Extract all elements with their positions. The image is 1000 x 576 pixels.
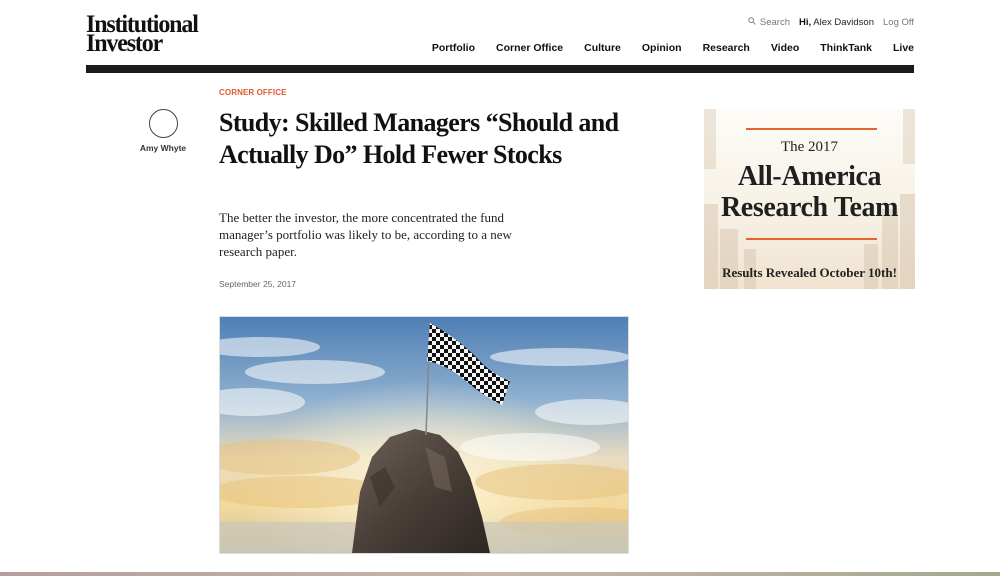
main-nav: Portfolio Corner Office Culture Opinion …	[432, 42, 914, 54]
header-rule	[86, 65, 914, 73]
ad-divider-bottom	[746, 238, 877, 240]
nav-item-corner-office[interactable]: Corner Office	[496, 42, 563, 54]
hero-image	[219, 316, 629, 554]
ad-divider-top	[746, 128, 877, 130]
user-greeting[interactable]: Hi, Alex Davidson	[799, 17, 874, 28]
nav-item-culture[interactable]: Culture	[584, 42, 621, 54]
nav-item-portfolio[interactable]: Portfolio	[432, 42, 475, 54]
ad-banner[interactable]: The 2017 All-America Research Team Resul…	[704, 109, 915, 289]
nav-item-live[interactable]: Live	[893, 42, 914, 54]
user-name: Alex Davidson	[813, 17, 874, 28]
nav-item-opinion[interactable]: Opinion	[642, 42, 682, 54]
ad-year: The 2017	[780, 139, 839, 155]
ad-tagline: Results Revealed October 10th!	[722, 265, 897, 280]
utility-bar: Search Hi, Alex Davidson Log Off	[748, 17, 914, 28]
nav-item-thinktank[interactable]: ThinkTank	[820, 42, 872, 54]
site-logo[interactable]: Institutional Investor	[86, 12, 199, 56]
author-name: Amy Whyte	[139, 143, 187, 153]
article-date: September 25, 2017	[219, 279, 297, 289]
ad-title-line-1: All-America	[737, 161, 882, 192]
greeting-text: Hi,	[799, 17, 812, 28]
search-icon	[748, 17, 756, 28]
article-dek: The better the investor, the more concen…	[219, 210, 512, 259]
section-kicker[interactable]: CORNER OFFICE	[219, 88, 287, 97]
avatar	[148, 109, 178, 138]
article-headline: Study: Skilled Managers “Should and Actu…	[219, 108, 619, 169]
search-label: Search	[759, 17, 790, 28]
search-link[interactable]: Search	[748, 17, 790, 28]
page-bottom-edge	[0, 572, 1000, 576]
nav-item-research[interactable]: Research	[703, 42, 750, 54]
ad-title-line-2: Research Team	[720, 192, 899, 223]
logoff-link[interactable]: Log Off	[883, 17, 914, 28]
author-block[interactable]: Amy Whyte	[136, 109, 190, 153]
nav-item-video[interactable]: Video	[771, 42, 799, 54]
ad-title: All-America Research Team	[704, 161, 915, 223]
ad-content: The 2017 All-America Research Team Resul…	[704, 109, 915, 289]
